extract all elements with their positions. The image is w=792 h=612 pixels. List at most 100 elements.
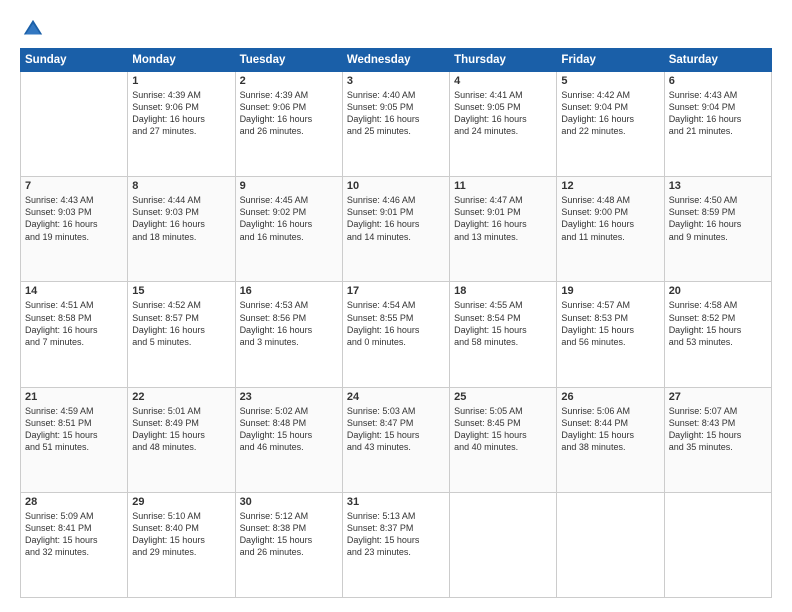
day-info: Sunrise: 4:45 AM Sunset: 9:02 PM Dayligh… [240,194,338,243]
day-number: 26 [561,391,659,403]
calendar-cell [664,492,771,597]
day-info: Sunrise: 5:05 AM Sunset: 8:45 PM Dayligh… [454,405,552,454]
calendar-cell: 28Sunrise: 5:09 AM Sunset: 8:41 PM Dayli… [21,492,128,597]
weekday-header-friday: Friday [557,49,664,72]
day-info: Sunrise: 5:01 AM Sunset: 8:49 PM Dayligh… [132,405,230,454]
day-info: Sunrise: 4:39 AM Sunset: 9:06 PM Dayligh… [240,89,338,138]
day-info: Sunrise: 4:41 AM Sunset: 9:05 PM Dayligh… [454,89,552,138]
day-number: 31 [347,496,445,508]
calendar-cell: 12 Sunrise: 4:48 AM Sunset: 9:00 PM Dayli… [557,177,664,282]
day-info: Sunrise: 5:02 AM Sunset: 8:48 PM Dayligh… [240,405,338,454]
weekday-header-sunday: Sunday [21,49,128,72]
day-info: Sunrise: 4:39 AM Sunset: 9:06 PM Dayligh… [132,89,230,138]
day-number: 19 [561,285,659,297]
calendar-cell: 7 Sunrise: 4:43 AM Sunset: 9:03 PM Daylig… [21,177,128,282]
day-number: 22 [132,391,230,403]
day-number: 6 [669,75,767,87]
day-info: Sunrise: 5:09 AM Sunset: 8:41 PM Dayligh… [25,510,123,559]
day-info: Sunrise: 4:40 AM Sunset: 9:05 PM Dayligh… [347,89,445,138]
day-info: Sunrise: 5:06 AM Sunset: 8:44 PM Dayligh… [561,405,659,454]
weekday-header-thursday: Thursday [450,49,557,72]
day-info: Sunrise: 5:12 AM Sunset: 8:38 PM Dayligh… [240,510,338,559]
day-number: 21 [25,391,123,403]
calendar-cell: 20 Sunrise: 4:58 AM Sunset: 8:52 PM Dayli… [664,282,771,387]
calendar-cell: 1 Sunrise: 4:39 AM Sunset: 9:06 PM Daylig… [128,72,235,177]
day-info: Sunrise: 4:53 AM Sunset: 8:56 PM Dayligh… [240,299,338,348]
calendar-cell: 17 Sunrise: 4:54 AM Sunset: 8:55 PM Dayli… [342,282,449,387]
day-number: 1 [132,75,230,87]
calendar-table: SundayMondayTuesdayWednesdayThursdayFrid… [20,48,772,598]
day-number: 29 [132,496,230,508]
day-info: Sunrise: 4:57 AM Sunset: 8:53 PM Dayligh… [561,299,659,348]
day-number: 10 [347,180,445,192]
calendar-week-5: 28Sunrise: 5:09 AM Sunset: 8:41 PM Dayli… [21,492,772,597]
day-number: 13 [669,180,767,192]
day-info: Sunrise: 4:55 AM Sunset: 8:54 PM Dayligh… [454,299,552,348]
calendar-cell: 11Sunrise: 4:47 AM Sunset: 9:01 PM Dayli… [450,177,557,282]
day-info: Sunrise: 4:42 AM Sunset: 9:04 PM Dayligh… [561,89,659,138]
day-number: 2 [240,75,338,87]
day-info: Sunrise: 4:43 AM Sunset: 9:04 PM Dayligh… [669,89,767,138]
day-number: 20 [669,285,767,297]
day-number: 24 [347,391,445,403]
day-info: Sunrise: 4:43 AM Sunset: 9:03 PM Dayligh… [25,194,123,243]
calendar-cell: 5 Sunrise: 4:42 AM Sunset: 9:04 PM Daylig… [557,72,664,177]
day-info: Sunrise: 4:44 AM Sunset: 9:03 PM Dayligh… [132,194,230,243]
calendar-cell: 29 Sunrise: 5:10 AM Sunset: 8:40 PM Dayli… [128,492,235,597]
calendar-cell: 3 Sunrise: 4:40 AM Sunset: 9:05 PM Daylig… [342,72,449,177]
day-number: 27 [669,391,767,403]
day-number: 9 [240,180,338,192]
calendar-cell: 25Sunrise: 5:05 AM Sunset: 8:45 PM Dayli… [450,387,557,492]
day-number: 15 [132,285,230,297]
logo [20,18,44,40]
day-number: 3 [347,75,445,87]
day-number: 8 [132,180,230,192]
calendar-cell: 26 Sunrise: 5:06 AM Sunset: 8:44 PM Dayli… [557,387,664,492]
calendar-week-2: 7 Sunrise: 4:43 AM Sunset: 9:03 PM Daylig… [21,177,772,282]
day-number: 7 [25,180,123,192]
day-number: 11 [454,180,552,192]
calendar-cell: 9 Sunrise: 4:45 AM Sunset: 9:02 PM Daylig… [235,177,342,282]
weekday-header-saturday: Saturday [664,49,771,72]
calendar-cell: 16Sunrise: 4:53 AM Sunset: 8:56 PM Dayli… [235,282,342,387]
day-info: Sunrise: 4:54 AM Sunset: 8:55 PM Dayligh… [347,299,445,348]
day-number: 14 [25,285,123,297]
day-info: Sunrise: 4:50 AM Sunset: 8:59 PM Dayligh… [669,194,767,243]
day-info: Sunrise: 4:51 AM Sunset: 8:58 PM Dayligh… [25,299,123,348]
calendar-cell: 31 Sunrise: 5:13 AM Sunset: 8:37 PM Dayli… [342,492,449,597]
weekday-header-monday: Monday [128,49,235,72]
day-info: Sunrise: 4:46 AM Sunset: 9:01 PM Dayligh… [347,194,445,243]
calendar-cell: 22 Sunrise: 5:01 AM Sunset: 8:49 PM Dayli… [128,387,235,492]
calendar-cell: 2 Sunrise: 4:39 AM Sunset: 9:06 PM Daylig… [235,72,342,177]
weekday-header-wednesday: Wednesday [342,49,449,72]
calendar-cell: 18 Sunrise: 4:55 AM Sunset: 8:54 PM Dayli… [450,282,557,387]
day-number: 4 [454,75,552,87]
header [20,18,772,40]
calendar-cell: 23Sunrise: 5:02 AM Sunset: 8:48 PM Dayli… [235,387,342,492]
day-info: Sunrise: 5:13 AM Sunset: 8:37 PM Dayligh… [347,510,445,559]
calendar-cell: 10 Sunrise: 4:46 AM Sunset: 9:01 PM Dayli… [342,177,449,282]
day-number: 17 [347,285,445,297]
logo-icon [22,18,44,40]
day-number: 30 [240,496,338,508]
day-number: 18 [454,285,552,297]
calendar-cell: 13 Sunrise: 4:50 AM Sunset: 8:59 PM Dayli… [664,177,771,282]
day-number: 5 [561,75,659,87]
calendar-cell: 24 Sunrise: 5:03 AM Sunset: 8:47 PM Dayli… [342,387,449,492]
calendar-week-1: 1 Sunrise: 4:39 AM Sunset: 9:06 PM Daylig… [21,72,772,177]
calendar-cell [450,492,557,597]
day-info: Sunrise: 5:07 AM Sunset: 8:43 PM Dayligh… [669,405,767,454]
calendar-cell: 6 Sunrise: 4:43 AM Sunset: 9:04 PM Daylig… [664,72,771,177]
day-info: Sunrise: 4:52 AM Sunset: 8:57 PM Dayligh… [132,299,230,348]
day-info: Sunrise: 4:58 AM Sunset: 8:52 PM Dayligh… [669,299,767,348]
day-number: 12 [561,180,659,192]
calendar-week-3: 14 Sunrise: 4:51 AM Sunset: 8:58 PM Dayli… [21,282,772,387]
calendar-cell: 8 Sunrise: 4:44 AM Sunset: 9:03 PM Daylig… [128,177,235,282]
day-info: Sunrise: 4:48 AM Sunset: 9:00 PM Dayligh… [561,194,659,243]
calendar-cell: 4 Sunrise: 4:41 AM Sunset: 9:05 PM Daylig… [450,72,557,177]
day-info: Sunrise: 5:10 AM Sunset: 8:40 PM Dayligh… [132,510,230,559]
calendar-cell: 27 Sunrise: 5:07 AM Sunset: 8:43 PM Dayli… [664,387,771,492]
day-info: Sunrise: 5:03 AM Sunset: 8:47 PM Dayligh… [347,405,445,454]
weekday-header-tuesday: Tuesday [235,49,342,72]
day-info: Sunrise: 4:59 AM Sunset: 8:51 PM Dayligh… [25,405,123,454]
